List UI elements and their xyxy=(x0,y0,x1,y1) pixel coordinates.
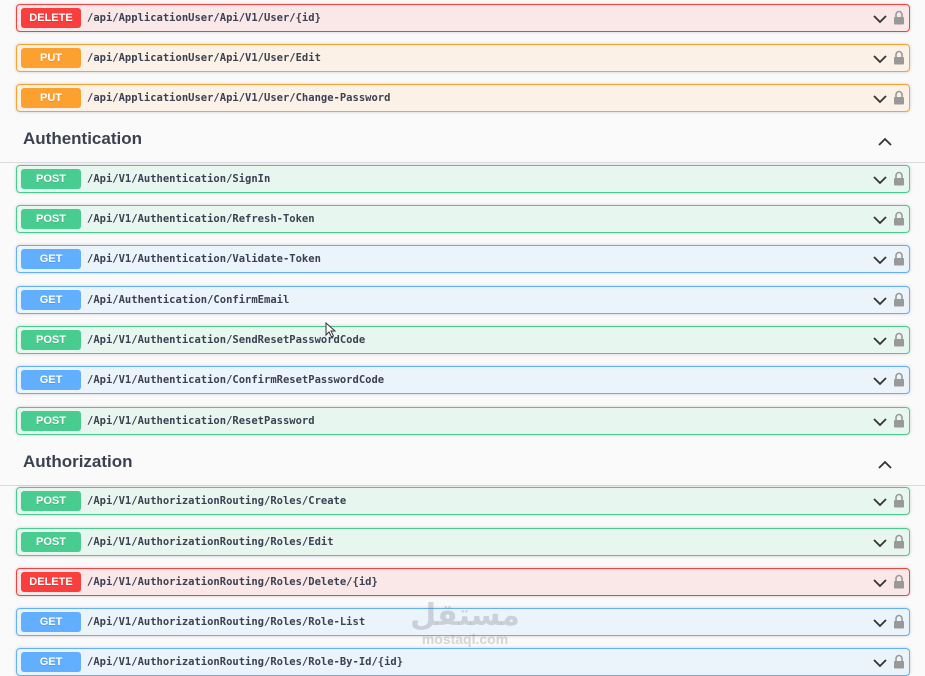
method-badge: GET xyxy=(21,249,81,269)
chevron-down-icon[interactable] xyxy=(873,374,887,386)
section-title: Authorization xyxy=(23,452,133,471)
section-header-authorization[interactable]: Authorization xyxy=(0,446,925,486)
lock-icon[interactable] xyxy=(893,251,905,266)
chevron-down-icon[interactable] xyxy=(873,334,887,346)
operation-path: /api/ApplicationUser/Api/V1/User/Edit xyxy=(87,52,321,64)
method-badge: GET xyxy=(21,612,81,632)
operation-put[interactable]: PUT/api/ApplicationUser/Api/V1/User/Edit xyxy=(16,44,910,72)
operation-path: /Api/V1/AuthorizationRouting/Roles/Role-… xyxy=(87,616,366,628)
operation-post[interactable]: POST/Api/V1/AuthorizationRouting/Roles/C… xyxy=(16,487,910,515)
chevron-down-icon[interactable] xyxy=(873,656,887,668)
chevron-down-icon[interactable] xyxy=(873,415,887,427)
operation-post[interactable]: POST/Api/V1/Authentication/Refresh-Token xyxy=(16,205,910,233)
operation-get[interactable]: GET/Api/V1/AuthorizationRouting/Roles/Ro… xyxy=(16,608,910,636)
operation-post[interactable]: POST/Api/V1/AuthorizationRouting/Roles/E… xyxy=(16,528,910,556)
method-badge: POST xyxy=(21,169,81,189)
method-badge: POST xyxy=(21,330,81,350)
chevron-down-icon[interactable] xyxy=(873,173,887,185)
method-badge: POST xyxy=(21,209,81,229)
chevron-down-icon[interactable] xyxy=(873,576,887,588)
operation-path: /Api/V1/Authentication/Refresh-Token xyxy=(87,213,315,225)
chevron-down-icon[interactable] xyxy=(873,213,887,225)
lock-icon[interactable] xyxy=(893,534,905,549)
section-header-authentication[interactable]: Authentication xyxy=(0,123,925,163)
lock-icon[interactable] xyxy=(893,654,905,669)
chevron-down-icon[interactable] xyxy=(873,616,887,628)
chevron-down-icon[interactable] xyxy=(873,536,887,548)
chevron-down-icon[interactable] xyxy=(873,92,887,104)
method-badge: DELETE xyxy=(21,572,81,592)
method-badge: POST xyxy=(21,411,81,431)
lock-icon[interactable] xyxy=(893,574,905,589)
lock-icon[interactable] xyxy=(893,90,905,105)
lock-icon[interactable] xyxy=(893,211,905,226)
operation-get[interactable]: GET/Api/V1/AuthorizationRouting/Roles/Ro… xyxy=(16,648,910,676)
operation-get[interactable]: GET/Api/V1/Authentication/ConfirmResetPa… xyxy=(16,366,910,394)
chevron-up-icon[interactable] xyxy=(878,458,892,470)
method-badge: GET xyxy=(21,652,81,672)
chevron-down-icon[interactable] xyxy=(873,12,887,24)
operation-path: /Api/V1/Authentication/SendResetPassword… xyxy=(87,334,366,346)
operation-path: /Api/V1/Authentication/ConfirmResetPassw… xyxy=(87,374,385,386)
method-badge: DELETE xyxy=(21,8,81,28)
lock-icon[interactable] xyxy=(893,171,905,186)
method-badge: PUT xyxy=(21,48,81,68)
method-badge: POST xyxy=(21,532,81,552)
operation-delete[interactable]: DELETE/Api/V1/AuthorizationRouting/Roles… xyxy=(16,568,910,596)
operation-put[interactable]: PUT/api/ApplicationUser/Api/V1/User/Chan… xyxy=(16,84,910,112)
lock-icon[interactable] xyxy=(893,493,905,508)
mouse-cursor-icon xyxy=(325,322,337,338)
chevron-up-icon[interactable] xyxy=(878,135,892,147)
lock-icon[interactable] xyxy=(893,372,905,387)
method-badge: POST xyxy=(21,491,81,511)
operation-path: /Api/Authentication/ConfirmEmail xyxy=(87,294,290,306)
lock-icon[interactable] xyxy=(893,10,905,25)
operation-path: /Api/V1/Authentication/SignIn xyxy=(87,173,271,185)
operation-get[interactable]: GET/Api/V1/Authentication/Validate-Token xyxy=(16,245,910,273)
operation-delete[interactable]: DELETE/api/ApplicationUser/Api/V1/User/{… xyxy=(16,4,910,32)
method-badge: GET xyxy=(21,370,81,390)
operation-path: /Api/V1/Authentication/ResetPassword xyxy=(87,415,315,427)
operation-post[interactable]: POST/Api/V1/Authentication/ResetPassword xyxy=(16,407,910,435)
chevron-down-icon[interactable] xyxy=(873,52,887,64)
lock-icon[interactable] xyxy=(893,292,905,307)
swagger-operations-list: DELETE/api/ApplicationUser/Api/V1/User/{… xyxy=(0,0,925,676)
lock-icon[interactable] xyxy=(893,413,905,428)
method-badge: GET xyxy=(21,290,81,310)
section-title: Authentication xyxy=(23,129,142,148)
lock-icon[interactable] xyxy=(893,614,905,629)
operation-path: /Api/V1/Authentication/Validate-Token xyxy=(87,253,321,265)
operation-get[interactable]: GET/Api/Authentication/ConfirmEmail xyxy=(16,286,910,314)
lock-icon[interactable] xyxy=(893,332,905,347)
operation-post[interactable]: POST/Api/V1/Authentication/SignIn xyxy=(16,165,910,193)
operation-path: /api/ApplicationUser/Api/V1/User/Change-… xyxy=(87,92,391,104)
method-badge: PUT xyxy=(21,88,81,108)
chevron-down-icon[interactable] xyxy=(873,294,887,306)
operation-path: /Api/V1/AuthorizationRouting/Roles/Creat… xyxy=(87,495,347,507)
lock-icon[interactable] xyxy=(893,50,905,65)
operation-path: /Api/V1/AuthorizationRouting/Roles/Delet… xyxy=(87,576,378,588)
chevron-down-icon[interactable] xyxy=(873,495,887,507)
operation-path: /Api/V1/AuthorizationRouting/Roles/Edit xyxy=(87,536,334,548)
operation-post[interactable]: POST/Api/V1/Authentication/SendResetPass… xyxy=(16,326,910,354)
operation-path: /Api/V1/AuthorizationRouting/Roles/Role-… xyxy=(87,656,404,668)
chevron-down-icon[interactable] xyxy=(873,253,887,265)
operation-path: /api/ApplicationUser/Api/V1/User/{id} xyxy=(87,12,321,24)
